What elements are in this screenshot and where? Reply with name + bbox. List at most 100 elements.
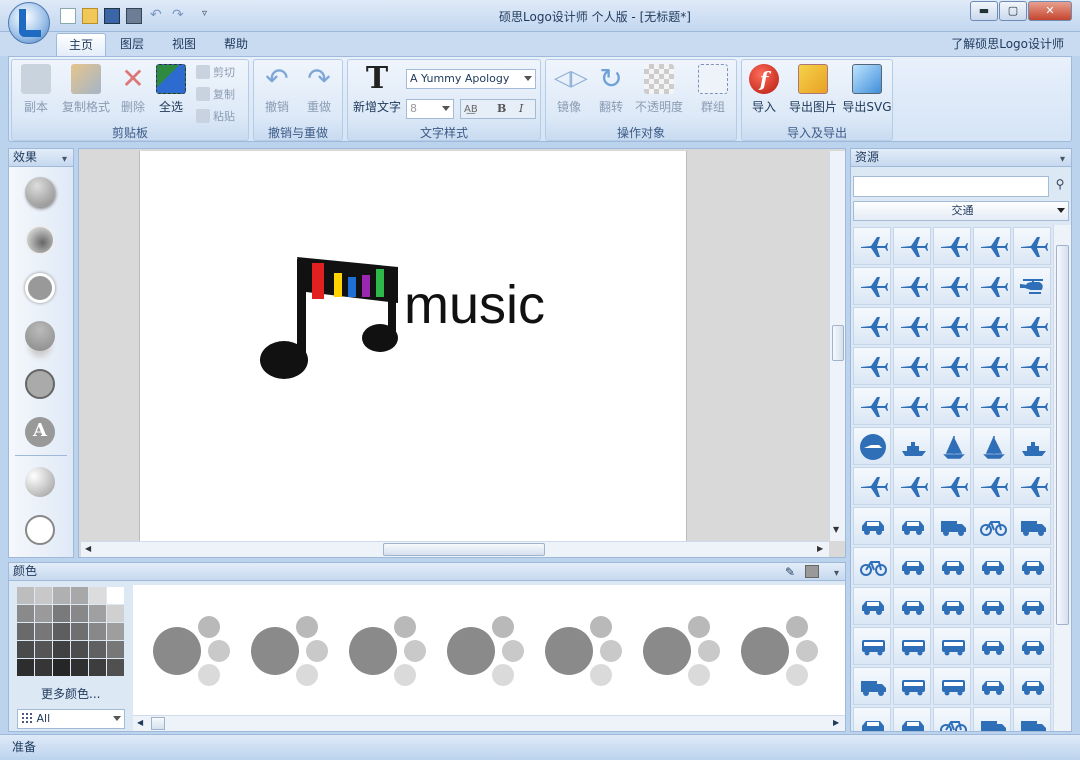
resource-icon-plane[interactable] [1013, 347, 1051, 385]
effect-bevel[interactable] [25, 225, 55, 255]
color-swatch[interactable] [71, 641, 88, 658]
resource-icon-plane[interactable] [853, 347, 891, 385]
resource-icon-car[interactable] [1013, 547, 1051, 585]
scroll-left-icon[interactable]: ◀ [85, 544, 91, 553]
color-swatch[interactable] [89, 659, 106, 676]
pin-icon[interactable]: ▾ [62, 151, 67, 168]
resource-icon-plane[interactable] [1013, 307, 1051, 345]
resource-icon-plane[interactable] [1013, 467, 1051, 505]
current-color-swatch[interactable] [805, 565, 819, 578]
rotate-button[interactable]: ↻ 翻转 [592, 64, 630, 115]
resource-icon-car[interactable] [893, 587, 931, 625]
select-all-button[interactable]: 全选 [154, 64, 188, 115]
resource-icon-plane[interactable] [893, 467, 931, 505]
resource-icon-sail[interactable] [973, 427, 1011, 465]
category-select[interactable]: 交通 [853, 201, 1069, 221]
resource-icon-plane[interactable] [893, 227, 931, 265]
gradient-preset[interactable] [643, 613, 723, 693]
resource-icon-plane[interactable] [853, 387, 891, 425]
resource-icon-bus[interactable] [853, 627, 891, 665]
scroll-right-icon[interactable]: ▶ [817, 544, 823, 553]
format-painter-button[interactable]: 复制格式 [58, 64, 114, 115]
color-swatch[interactable] [53, 623, 70, 640]
resource-icon-plane[interactable] [853, 227, 891, 265]
logo-artwork[interactable]: music [140, 151, 688, 541]
close-button[interactable]: ✕ [1028, 1, 1072, 21]
effect-reflection[interactable] [25, 321, 55, 351]
horizontal-scrollbar[interactable]: ◀ ▶ [81, 541, 829, 557]
tab-help[interactable]: 帮助 [212, 33, 260, 56]
color-swatch[interactable] [107, 587, 124, 604]
color-swatch[interactable] [107, 641, 124, 658]
resource-icon-ship[interactable] [1013, 427, 1051, 465]
effect-outline[interactable] [25, 369, 55, 399]
gradient-preset[interactable] [349, 613, 429, 693]
color-swatch[interactable] [53, 605, 70, 622]
search-icon[interactable]: ⚲ [1051, 177, 1069, 197]
resource-icon-bus[interactable] [933, 667, 971, 705]
copy-button[interactable]: 复制 [196, 86, 235, 104]
resource-icon-bus[interactable] [893, 627, 931, 665]
logo-text[interactable]: music [404, 275, 545, 335]
resource-icon-truck[interactable] [1013, 507, 1051, 545]
pin-icon[interactable]: ▾ [834, 565, 839, 582]
gradient-preset[interactable] [741, 613, 821, 693]
color-swatch[interactable] [17, 641, 34, 658]
resource-icon-plane[interactable] [973, 387, 1011, 425]
effect-shadow[interactable] [25, 177, 55, 207]
color-swatch[interactable] [71, 605, 88, 622]
color-swatch[interactable] [107, 605, 124, 622]
color-swatch[interactable] [35, 605, 52, 622]
resource-icon-truck[interactable] [853, 667, 891, 705]
resource-icon-plane[interactable] [893, 387, 931, 425]
resource-icon-truck[interactable] [973, 707, 1011, 731]
colors-scroll-thumb[interactable] [151, 717, 165, 730]
gradient-preset[interactable] [447, 613, 527, 693]
mirror-button[interactable]: ◁▷ 镜像 [550, 64, 588, 115]
resource-icon-car[interactable] [973, 667, 1011, 705]
scroll-down-icon[interactable]: ▼ [833, 525, 839, 534]
resource-icon-round[interactable] [853, 427, 891, 465]
resource-icon-car[interactable] [893, 507, 931, 545]
learn-more-link[interactable]: 了解硕思Logo设计师 [951, 35, 1064, 52]
export-image-button[interactable]: 导出图片 [786, 64, 840, 115]
resource-icon-plane[interactable] [933, 387, 971, 425]
minimize-button[interactable]: ▬ [970, 1, 998, 21]
scroll-right-icon[interactable]: ▶ [833, 718, 839, 727]
color-swatch[interactable] [17, 605, 34, 622]
resource-icon-car[interactable] [973, 547, 1011, 585]
resources-scrollbar[interactable] [1053, 225, 1071, 731]
color-swatch[interactable] [35, 659, 52, 676]
color-swatch[interactable] [53, 587, 70, 604]
color-swatch[interactable] [89, 623, 106, 640]
resource-icon-car[interactable] [933, 547, 971, 585]
eyedropper-icon[interactable]: ✎ [785, 564, 795, 581]
resource-icon-plane[interactable] [933, 467, 971, 505]
resource-icon-plane[interactable] [853, 467, 891, 505]
resource-icon-plane[interactable] [1013, 387, 1051, 425]
italic-button[interactable]: I [519, 100, 523, 118]
color-swatch[interactable] [89, 587, 106, 604]
color-swatch[interactable] [107, 623, 124, 640]
resource-search-input[interactable] [853, 176, 1049, 197]
resource-icon-ship[interactable] [893, 427, 931, 465]
group-button[interactable]: 群组 [694, 64, 732, 115]
font-size-select[interactable]: 8 [406, 99, 454, 119]
resource-icon-plane[interactable] [853, 267, 891, 305]
color-swatch[interactable] [71, 659, 88, 676]
duplicate-button[interactable]: 副本 [16, 64, 56, 115]
resource-icon-plane[interactable] [933, 227, 971, 265]
resource-icon-car[interactable] [853, 707, 891, 731]
resource-icon-plane[interactable] [973, 267, 1011, 305]
design-page[interactable]: music [139, 151, 687, 541]
tab-layers[interactable]: 图层 [108, 33, 156, 56]
color-swatch[interactable] [71, 623, 88, 640]
resource-icon-plane[interactable] [933, 307, 971, 345]
color-swatch[interactable] [107, 659, 124, 676]
resource-icon-car[interactable] [1013, 667, 1051, 705]
resource-icon-plane[interactable] [933, 267, 971, 305]
vertical-scroll-thumb[interactable] [832, 325, 844, 361]
pin-icon[interactable]: ▾ [1060, 151, 1065, 168]
effect-none[interactable] [25, 515, 55, 545]
opacity-button[interactable]: 不透明度 [632, 64, 686, 115]
